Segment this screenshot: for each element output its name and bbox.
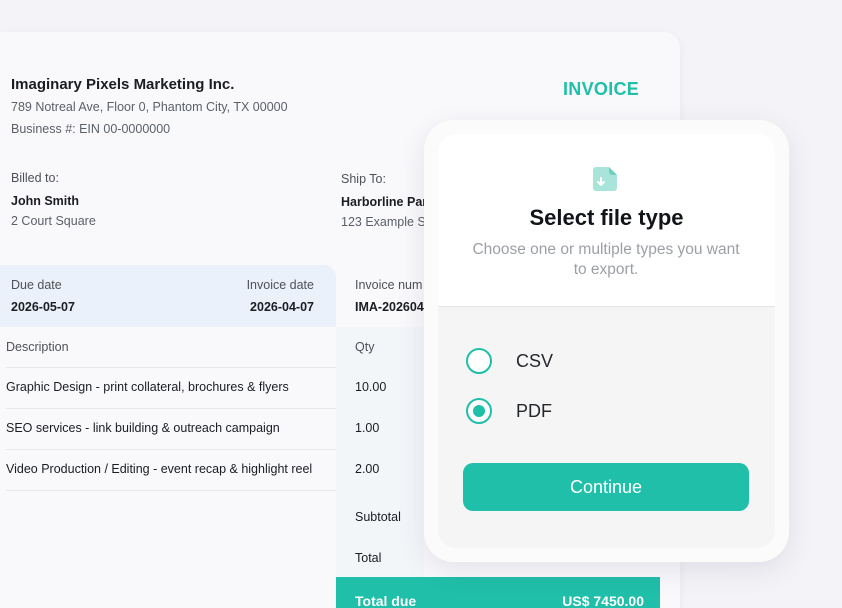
invoice-date-label: Invoice date (246, 278, 314, 292)
table-row-qty: 10.00 (355, 380, 387, 394)
qty-header: Qty (355, 340, 375, 354)
due-date-value: 2026-05-07 (11, 300, 75, 314)
invoice-date-value: 2026-04-07 (250, 300, 314, 314)
option-pdf[interactable]: PDF (466, 398, 552, 424)
row-divider (6, 449, 336, 450)
due-date-label: Due date (11, 278, 62, 292)
table-row-description: Video Production / Editing - event recap… (6, 462, 313, 476)
file-download-icon (593, 167, 617, 191)
radio-selected-icon[interactable] (466, 398, 492, 424)
file-type-options: CSV PDF Continue (438, 307, 775, 548)
row-divider (6, 490, 336, 491)
option-pdf-label: PDF (516, 400, 552, 421)
company-name: Imaginary Pixels Marketing Inc. (11, 76, 235, 93)
description-header: Description (6, 340, 69, 354)
billed-to-label: Billed to: (11, 171, 59, 185)
table-row-description: Graphic Design - print collateral, broch… (6, 380, 289, 394)
qty-column-bg (336, 327, 424, 608)
table-row-description: SEO services - link building & outreach … (6, 421, 280, 435)
billed-to-name: John Smith (11, 194, 80, 208)
dialog-subtitle: Choose one or multiple types you want to… (472, 241, 740, 278)
table-row-qty: 2.00 (355, 462, 380, 476)
ship-to-address: 123 Example S (341, 215, 426, 229)
total-due-label: Total due (355, 593, 417, 608)
row-divider (6, 408, 336, 409)
invoice-number-label: Invoice num (355, 278, 423, 292)
total-due-value: US$ 7450.00 (562, 593, 644, 608)
subtotal-label: Subtotal (355, 510, 401, 524)
row-divider (6, 367, 336, 368)
continue-button[interactable]: Continue (463, 463, 749, 511)
invoice-number-value: IMA-202604 (355, 300, 424, 314)
dates-panel: Due date 2026-05-07 Invoice date 2026-04… (0, 265, 336, 327)
export-dialog: Select file type Choose one or multiple … (438, 134, 775, 548)
ship-to-name: Harborline Par (341, 195, 428, 209)
billed-to-address: 2 Court Square (11, 214, 96, 228)
table-row-qty: 1.00 (355, 421, 380, 435)
ship-to-label: Ship To: (341, 172, 386, 186)
radio-unselected-icon[interactable] (466, 348, 492, 374)
company-ein: Business #: EIN 00-0000000 (11, 122, 171, 136)
option-csv-label: CSV (516, 350, 554, 371)
invoice-title: INVOICE (563, 79, 640, 99)
total-due-bar: Total due US$ 7450.00 (336, 577, 660, 608)
total-label: Total (355, 551, 382, 565)
option-csv[interactable]: CSV (466, 348, 553, 374)
company-address: 789 Notreal Ave, Floor 0, Phantom City, … (11, 100, 288, 114)
dialog-title: Select file type (529, 205, 684, 230)
